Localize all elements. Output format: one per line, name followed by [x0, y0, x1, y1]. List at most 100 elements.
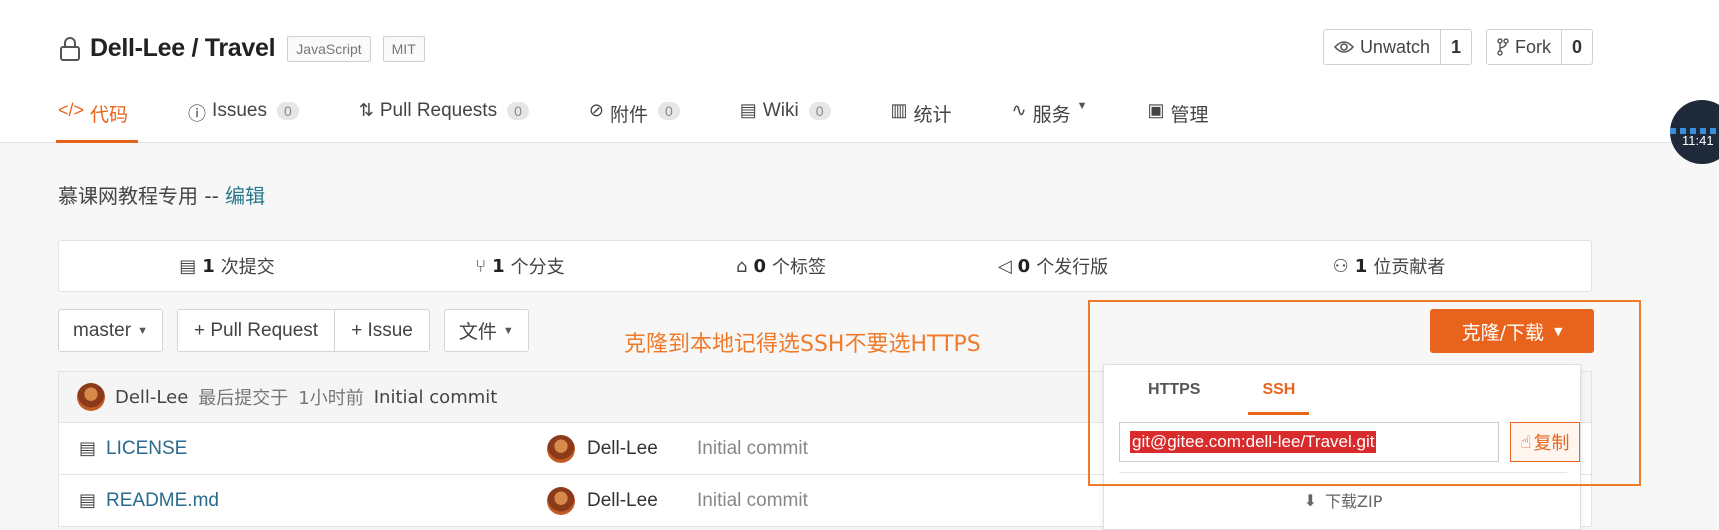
tag-icon: ⌂	[736, 255, 748, 277]
avatar[interactable]	[547, 486, 575, 515]
issues-badge: 0	[276, 102, 299, 120]
commit-time: 1小时前	[298, 388, 364, 409]
wiki-badge: 0	[808, 102, 831, 120]
stat-contributors-label: 位贡献者	[1373, 257, 1446, 278]
edit-description-link[interactable]: 编辑	[225, 184, 265, 208]
download-zip-button[interactable]: ⬇ 下载ZIP	[1104, 485, 1582, 515]
tab-pull-requests-label: Pull Requests	[379, 100, 498, 121]
fork-count[interactable]: 0	[1562, 30, 1592, 64]
file-author[interactable]: Dell-Lee	[587, 490, 658, 512]
stat-contributors-count: 1	[1354, 255, 1368, 277]
pull-requests-badge: 0	[507, 102, 529, 120]
stat-commits-count: 1	[202, 255, 215, 277]
repo-actions: Unwatch 1 Fork 0	[1322, 29, 1593, 65]
stat-branches[interactable]: ⑂ 1 个分支	[395, 253, 645, 279]
new-issue-button[interactable]: + Issue	[334, 310, 429, 351]
attachments-badge: 0	[658, 102, 680, 120]
tab-code[interactable]: </> 代码	[55, 96, 139, 143]
clone-download-button[interactable]: 克隆/下载 ▼	[1430, 309, 1594, 353]
watch-button-group: Unwatch 1	[1322, 29, 1472, 65]
file-menu-button[interactable]: 文件 ▼	[443, 309, 529, 352]
stat-branches-count: 1	[492, 255, 505, 277]
download-zip-label: 下载ZIP	[1325, 492, 1383, 511]
new-pull-request-button[interactable]: + Pull Request	[178, 310, 334, 351]
branch-select-label: master	[73, 319, 132, 341]
fork-icon	[1497, 38, 1509, 56]
file-link[interactable]: LICENSE	[106, 438, 187, 460]
service-icon: ∿	[1011, 100, 1027, 120]
description-text: 慕课网教程专用 --	[58, 184, 226, 208]
repo-tabs: </> 代码 ⓘ Issues 0 ⇅ Pull Requests 0 ⊘ 附件…	[55, 96, 1269, 143]
repo-toolbar: master ▼ + Pull Request + Issue 文件 ▼	[58, 309, 529, 352]
unwatch-label: Unwatch	[1359, 36, 1430, 57]
copy-button-label: 复制	[1533, 433, 1570, 454]
tab-manage[interactable]: ▣ 管理	[1148, 96, 1209, 143]
file-commit-message[interactable]: Initial commit	[697, 490, 808, 512]
fork-button-group: Fork 0	[1485, 29, 1593, 65]
chevron-down-icon: ▼	[1076, 100, 1088, 112]
stat-branches-label: 个分支	[510, 257, 565, 278]
release-icon: ◁	[997, 255, 1012, 277]
branch-icon: ⑂	[475, 255, 487, 277]
file-commit-message[interactable]: Initial commit	[697, 438, 808, 460]
stat-tags[interactable]: ⌂ 0 个标签	[645, 253, 917, 279]
chevron-down-icon: ▼	[137, 324, 148, 337]
commit-message[interactable]: Initial commit	[374, 387, 498, 408]
commit-author[interactable]: Dell-Lee	[115, 387, 188, 408]
clock-time: 11:41	[1682, 133, 1714, 148]
pull-request-icon: ⇅	[358, 100, 374, 120]
file-link[interactable]: README.md	[106, 490, 219, 512]
tab-services[interactable]: ∿ 服务 ▼	[1012, 96, 1088, 143]
tab-issues-label: Issues	[212, 100, 267, 121]
tab-code-label: 代码	[90, 105, 129, 126]
stat-commits[interactable]: ▤ 1 次提交	[59, 253, 395, 279]
tab-stats[interactable]: ▥ 统计	[891, 96, 952, 143]
avatar[interactable]	[547, 434, 575, 463]
clone-url-input[interactable]: git@gitee.com:dell-lee/Travel.git	[1119, 422, 1499, 462]
file-icon: ▤	[79, 490, 97, 511]
stat-tags-count: 0	[753, 255, 766, 277]
wiki-icon: ▤	[739, 100, 757, 120]
branch-select[interactable]: master ▼	[58, 309, 163, 352]
clone-download-label: 克隆/下载	[1461, 321, 1544, 344]
tab-issues[interactable]: ⓘ Issues 0	[188, 96, 299, 143]
tab-attachments[interactable]: ⊘ 附件 0	[589, 96, 680, 143]
file-author-cell: Dell-Lee	[547, 486, 658, 515]
tab-ssh[interactable]: SSH	[1248, 365, 1310, 415]
tab-wiki[interactable]: ▤ Wiki 0	[740, 96, 831, 143]
tab-stats-label: 统计	[913, 105, 952, 126]
stat-commits-label: 次提交	[220, 257, 275, 278]
stat-releases-label: 个发行版	[1036, 257, 1109, 278]
eye-icon	[1333, 41, 1354, 53]
code-icon: </>	[58, 100, 85, 120]
commit-icon: ▤	[179, 255, 197, 277]
lock-icon	[60, 36, 80, 61]
copy-button[interactable]: ☝ 复制	[1510, 422, 1580, 462]
watch-count[interactable]: 1	[1441, 30, 1471, 64]
tab-pull-requests[interactable]: ⇅ Pull Requests 0	[359, 96, 529, 143]
chevron-down-icon: ▼	[1553, 324, 1563, 338]
stats-icon: ▥	[890, 100, 908, 120]
repo-description: 慕课网教程专用 -- 编辑	[58, 180, 265, 209]
repo-name[interactable]: Dell-Lee / Travel	[90, 34, 276, 63]
commit-prefix: 最后提交于	[198, 388, 289, 409]
clone-protocol-tabs: HTTPS SSH	[1104, 365, 1310, 415]
file-author[interactable]: Dell-Lee	[587, 438, 658, 460]
tab-wiki-label: Wiki	[762, 100, 799, 121]
stat-contributors[interactable]: ⚇ 1 位贡献者	[1189, 253, 1589, 279]
stat-releases[interactable]: ◁ 0 个发行版	[917, 253, 1189, 279]
chevron-down-icon: ▼	[502, 324, 514, 337]
file-name-cell: ▤ LICENSE	[79, 438, 187, 460]
download-icon: ⬇	[1303, 490, 1318, 510]
file-name-cell: ▤ README.md	[79, 490, 219, 512]
tab-https[interactable]: HTTPS	[1134, 365, 1214, 415]
avatar[interactable]	[77, 383, 105, 411]
file-author-cell: Dell-Lee	[547, 434, 658, 463]
divider	[1119, 472, 1567, 473]
language-tag[interactable]: JavaScript	[287, 35, 371, 62]
license-tag[interactable]: MIT	[382, 35, 425, 62]
issue-icon: ⓘ	[188, 104, 207, 124]
fork-button[interactable]: Fork	[1487, 30, 1562, 64]
manage-icon: ▣	[1147, 100, 1165, 120]
unwatch-button[interactable]: Unwatch	[1324, 30, 1441, 64]
